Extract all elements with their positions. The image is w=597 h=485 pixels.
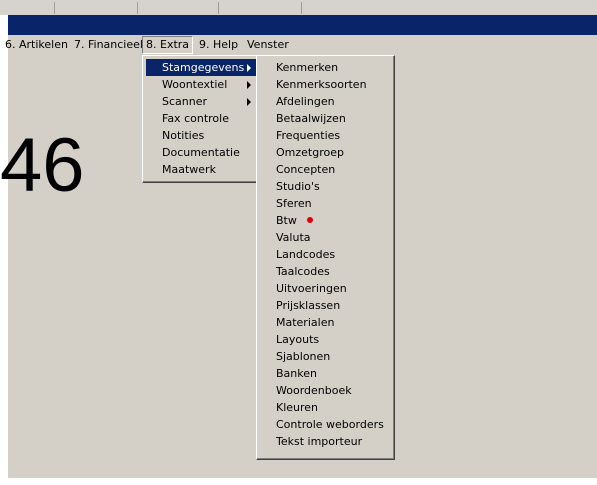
menu-item-documentatie[interactable]: Documentatie xyxy=(146,144,258,161)
menu-item-landcodes[interactable]: Landcodes xyxy=(260,246,391,263)
menu-item-materialen[interactable]: Materialen xyxy=(260,314,391,331)
menu-item-notities[interactable]: Notities xyxy=(146,127,258,144)
menu-item-woontextiel[interactable]: Woontextiel xyxy=(146,76,258,93)
btw-label: Btw xyxy=(276,214,297,227)
menu-item-studios[interactable]: Studio's xyxy=(260,178,391,195)
menu-help[interactable]: 9. Help xyxy=(196,37,241,53)
strip-cell xyxy=(55,2,138,14)
menu-item-tekst-importeur[interactable]: Tekst importeur xyxy=(260,433,391,450)
submenu-arrow-icon xyxy=(247,98,251,106)
menu-item-banken[interactable]: Banken xyxy=(260,365,391,382)
large-number-display: 46 xyxy=(0,123,85,208)
menu-item-sferen[interactable]: Sferen xyxy=(260,195,391,212)
menu-venster[interactable]: Venster xyxy=(244,37,292,53)
menu-item-layouts[interactable]: Layouts xyxy=(260,331,391,348)
menu-item-sjablonen[interactable]: Sjablonen xyxy=(260,348,391,365)
menu-item-stamgegevens[interactable]: Stamgegevens xyxy=(146,59,258,76)
menu-item-kenmerken[interactable]: Kenmerken xyxy=(260,59,391,76)
application-client-area: 6. Artikelen 7. Financieel 8. Extra 9. H… xyxy=(0,35,597,478)
menu-artikelen[interactable]: 6. Artikelen xyxy=(2,37,71,53)
strip-cell xyxy=(138,2,219,14)
window-title-bar[interactable] xyxy=(8,15,597,35)
menu-item-concepten[interactable]: Concepten xyxy=(260,161,391,178)
menu-item-taalcodes[interactable]: Taalcodes xyxy=(260,263,391,280)
menu-item-controle-weborders[interactable]: Controle weborders xyxy=(260,416,391,433)
menu-item-maatwerk[interactable]: Maatwerk xyxy=(146,161,258,178)
menu-bar: 6. Artikelen 7. Financieel 8. Extra 9. H… xyxy=(5,35,597,55)
menu-item-prijsklassen[interactable]: Prijsklassen xyxy=(260,297,391,314)
menu-item-betaalwijzen[interactable]: Betaalwijzen xyxy=(260,110,391,127)
menu-item-fax-controle[interactable]: Fax controle xyxy=(146,110,258,127)
menu-item-woordenboek[interactable]: Woordenboek xyxy=(260,382,391,399)
stamgegevens-submenu: Kenmerken Kenmerksoorten Afdelingen Beta… xyxy=(256,55,395,460)
bottom-edge xyxy=(0,478,597,485)
menu-item-uitvoeringen[interactable]: Uitvoeringen xyxy=(260,280,391,297)
submenu-arrow-icon xyxy=(247,64,251,72)
menu-item-kleuren[interactable]: Kleuren xyxy=(260,399,391,416)
menu-item-afdelingen[interactable]: Afdelingen xyxy=(260,93,391,110)
menu-item-omzetgroep[interactable]: Omzetgroep xyxy=(260,144,391,161)
top-window-strip xyxy=(0,0,597,15)
submenu-arrow-icon xyxy=(247,81,251,89)
strip-cell xyxy=(219,2,302,14)
menu-item-btw[interactable]: Btw xyxy=(260,212,391,229)
red-dot-marker-icon xyxy=(306,217,313,223)
extra-dropdown-menu: Stamgegevens Woontextiel Scanner Fax con… xyxy=(142,55,262,183)
menu-extra[interactable]: 8. Extra xyxy=(142,36,194,54)
menu-item-frequenties[interactable]: Frequenties xyxy=(260,127,391,144)
strip-cell xyxy=(0,2,55,14)
menu-item-kenmerksoorten[interactable]: Kenmerksoorten xyxy=(260,76,391,93)
menu-item-valuta[interactable]: Valuta xyxy=(260,229,391,246)
menu-financieel[interactable]: 7. Financieel xyxy=(71,37,146,53)
menu-item-scanner[interactable]: Scanner xyxy=(146,93,258,110)
